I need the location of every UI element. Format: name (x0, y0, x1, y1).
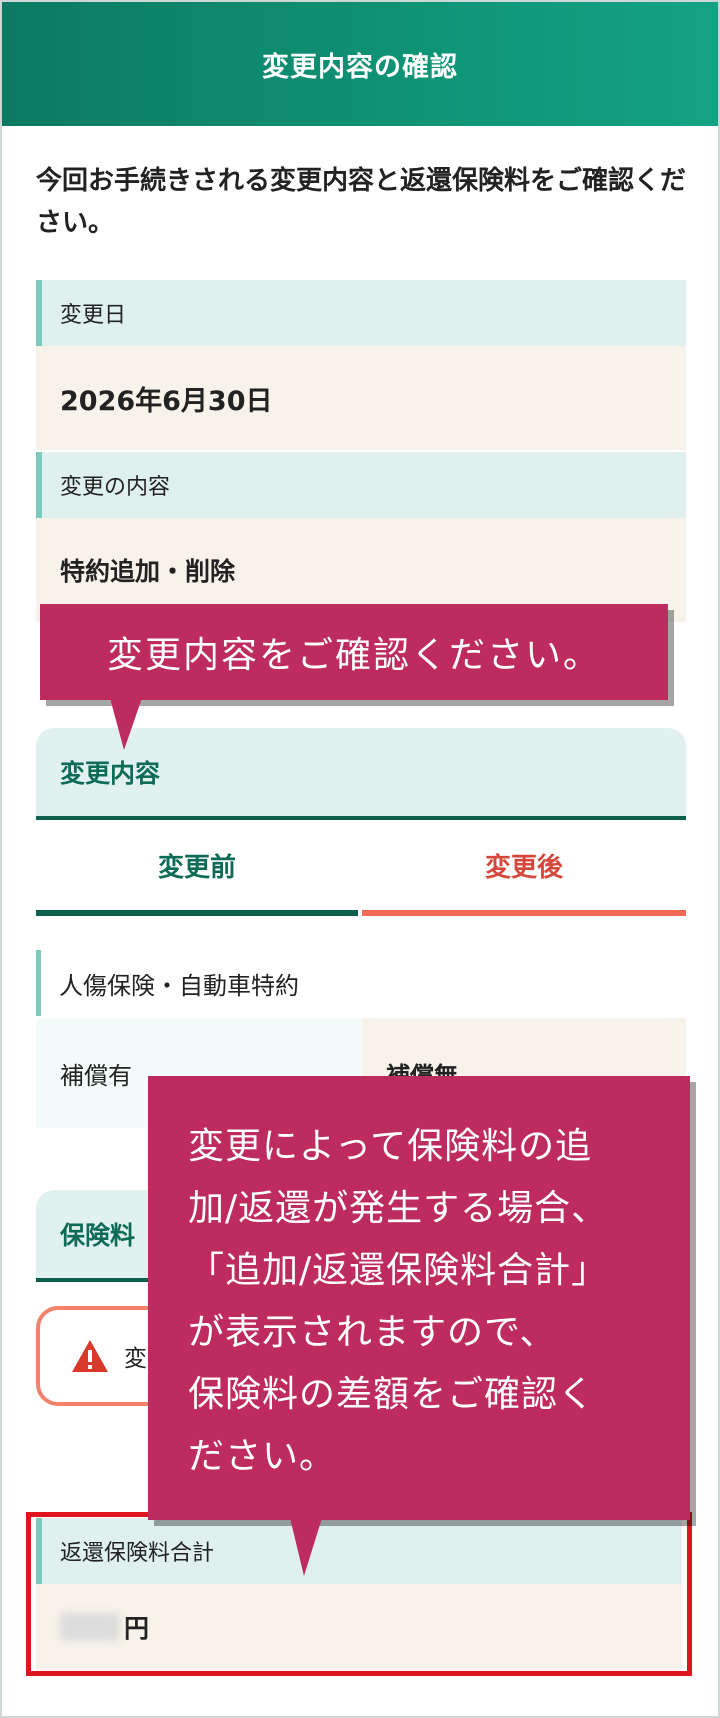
callout-line: 変更によって保険料の追 (188, 1126, 593, 1167)
tab-after[interactable]: 変更後 (362, 820, 686, 916)
callout-line: 「追加/返還保険料合計」 (188, 1250, 609, 1291)
warning-text: 変 (124, 1346, 147, 1372)
callout-line: が表示されますので、 (188, 1312, 557, 1353)
callout-line: 保険料の差額をご確認く (188, 1374, 596, 1415)
intro-text: 今回お手続きされる変更内容と返還保険料をご確認ください。 (36, 166, 687, 238)
tab-before[interactable]: 変更前 (36, 820, 358, 916)
callout-line: ださい。 (188, 1436, 337, 1477)
callout-tail (290, 1518, 322, 1576)
change-content-label: 変更の内容 (36, 452, 686, 518)
callout-confirm-changes: 変更内容をご確認ください。 (40, 604, 668, 700)
callout-line: 加/返還が発生する場合、 (188, 1188, 609, 1229)
page-header: 変更内容の確認 (2, 2, 718, 126)
callout-tail (110, 698, 142, 750)
coverage-item-label: 人傷保険・自動車特約 (36, 950, 686, 1016)
callout-premium-difference: 変更によって保険料の追 加/返還が発生する場合、 「追加/返還保険料合計」 が表… (148, 1076, 690, 1520)
page-title: 変更内容の確認 (262, 51, 458, 83)
change-date-value: 2026年6月30日 (36, 346, 686, 450)
change-date-label: 変更日 (36, 280, 686, 346)
warning-icon (72, 1340, 108, 1372)
highlight-outline (26, 1512, 692, 1676)
